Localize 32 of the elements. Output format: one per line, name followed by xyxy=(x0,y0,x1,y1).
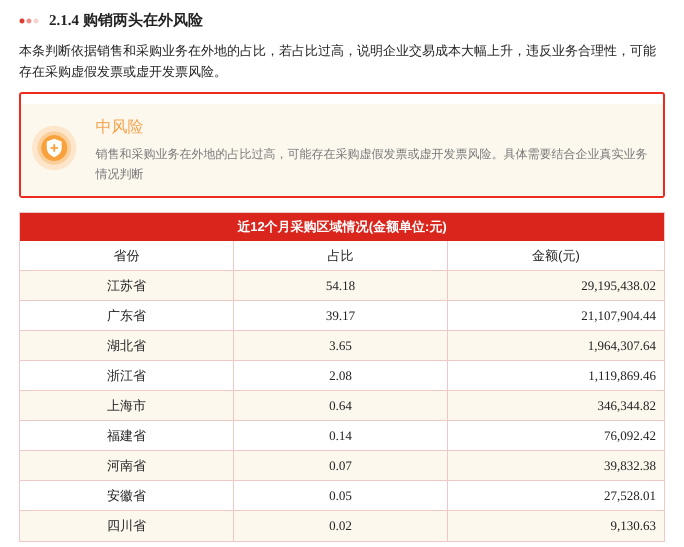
table-cell: 39,832.38 xyxy=(448,451,664,481)
table-cell: 0.64 xyxy=(234,391,448,421)
table-cell: 广东省 xyxy=(20,301,234,331)
table-cell: 2.08 xyxy=(234,361,448,391)
table-cell: 湖北省 xyxy=(20,331,234,361)
table-cell: 四川省 xyxy=(20,511,234,541)
table-cell: 346,344.82 xyxy=(448,391,664,421)
description: 本条判断依据销售和采购业务在外地的占比，若占比过高，说明企业交易成本大幅上升，违反业务合理性，可能存在采购虚假发票或虚开发票风险。 xyxy=(19,42,657,81)
table-cell: 0.02 xyxy=(234,511,448,541)
table-cell: 1,964,307.64 xyxy=(448,331,664,361)
table-cell: 0.14 xyxy=(234,421,448,451)
table-cell: 39.17 xyxy=(234,301,448,331)
column-header: 省份 xyxy=(20,241,234,271)
table-cell: 安徽省 xyxy=(20,481,234,511)
table-cell: 9,130.63 xyxy=(448,511,664,541)
alert-message: 销售和采购业务在外地的占比过高，可能存在采购虚假发票或虚开发票风险。具体需要结合企业真实业务情况判断 xyxy=(95,146,648,183)
dots-icon xyxy=(19,18,41,24)
column-header: 占比 xyxy=(234,241,448,271)
table-cell: 29,195,438.02 xyxy=(448,271,664,301)
table-cell: 54.18 xyxy=(234,271,448,301)
table-cell: 福建省 xyxy=(20,421,234,451)
section-heading: 2.1.4 购销两头在外风险 xyxy=(49,10,204,31)
risk-level: 中风险 xyxy=(95,118,144,138)
table-cell: 浙江省 xyxy=(20,361,234,391)
table-cell: 河南省 xyxy=(20,451,234,481)
table-cell: 3.65 xyxy=(234,331,448,361)
table-title: 近12个月采购区域情况(金额单位:元) xyxy=(20,213,664,241)
table-cell: 江苏省 xyxy=(20,271,234,301)
table-cell: 上海市 xyxy=(20,391,234,421)
shield-icon xyxy=(31,123,78,173)
table-cell: 0.05 xyxy=(234,481,448,511)
table-cell: 0.07 xyxy=(234,451,448,481)
